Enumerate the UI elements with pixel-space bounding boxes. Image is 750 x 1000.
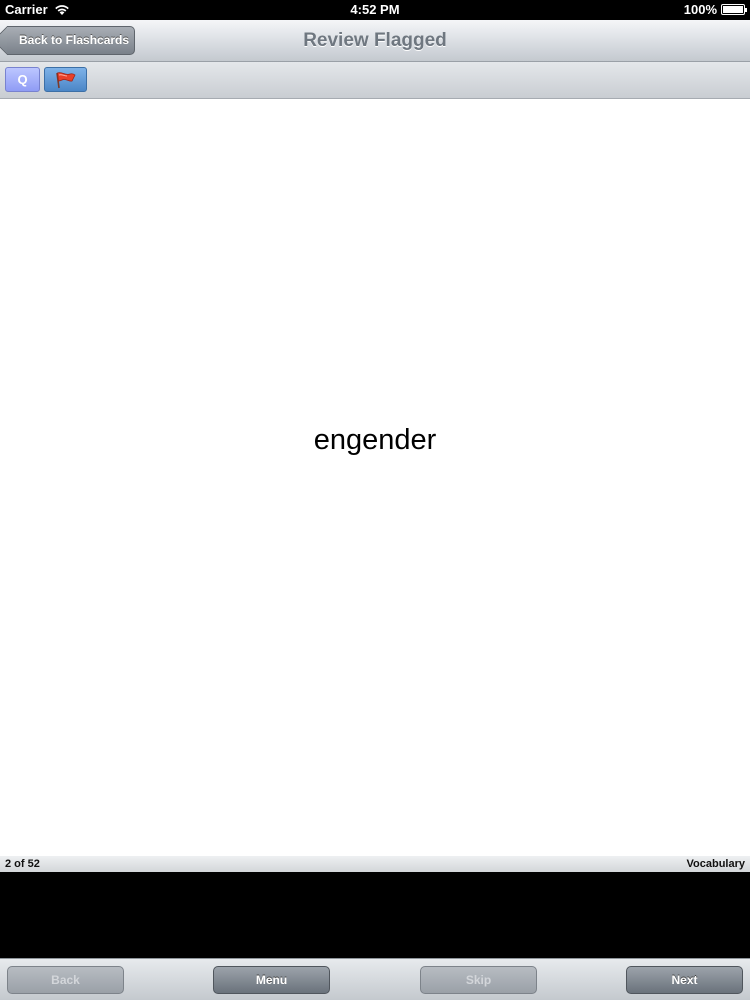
skip-button[interactable]: Skip (420, 966, 537, 994)
navigation-bar: Back to Flashcards Review Flagged (0, 20, 750, 62)
empty-area (0, 872, 750, 958)
status-time: 4:52 PM (350, 2, 400, 17)
card-info-bar: 2 of 52 Vocabulary (0, 856, 750, 872)
flashcard[interactable]: engender (0, 99, 750, 856)
flashcard-word: engender (313, 424, 437, 456)
card-progress: 2 of 52 (5, 858, 40, 870)
back-button[interactable]: Back (7, 966, 124, 994)
status-bar: Carrier 4:52 PM 100% (0, 0, 750, 20)
next-button[interactable]: Next (626, 966, 743, 994)
toolbar: Q (0, 62, 750, 99)
battery-percent: 100% (683, 2, 717, 17)
flag-button[interactable] (44, 67, 87, 92)
menu-button[interactable]: Menu (213, 966, 330, 994)
status-right: 100% (683, 2, 747, 17)
question-toggle-button[interactable]: Q (5, 67, 40, 92)
battery-icon (721, 4, 747, 15)
card-category: Vocabulary (686, 858, 746, 870)
back-to-flashcards-button[interactable]: Back to Flashcards (7, 26, 135, 55)
bottom-toolbar: Back Menu Skip Next (0, 958, 750, 1000)
flag-icon (56, 72, 76, 89)
